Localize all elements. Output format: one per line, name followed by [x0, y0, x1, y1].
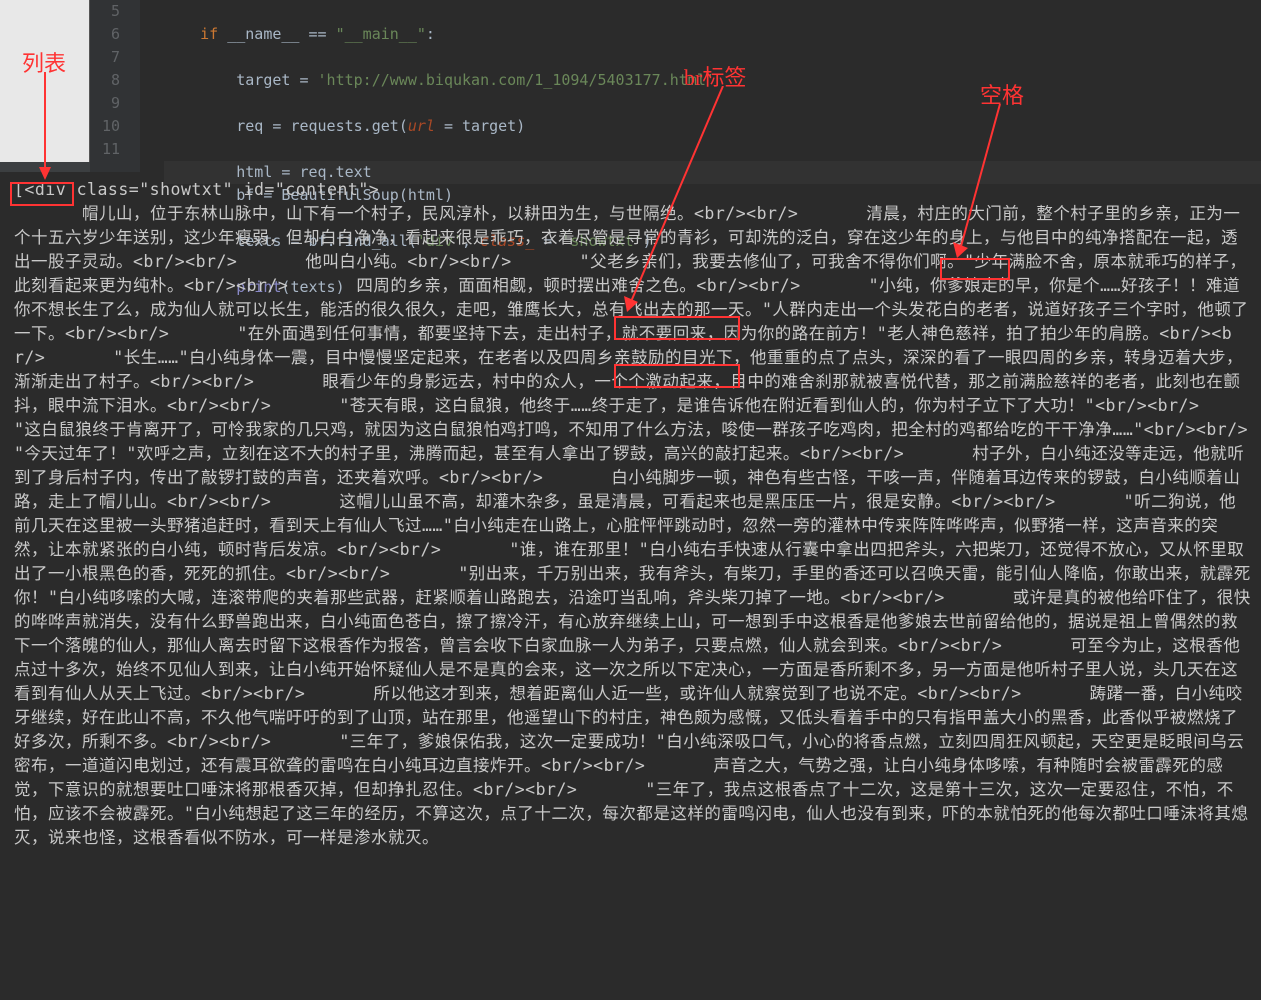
annotation-br-label: br标签	[684, 60, 746, 92]
code-line[interactable]: if __name__ == "__main__":	[164, 23, 1261, 46]
annotation-box-space	[940, 258, 1010, 280]
editor-side-panel	[0, 0, 90, 172]
annotation-box-br1	[614, 316, 740, 340]
side-scrollbar[interactable]	[0, 162, 90, 172]
console-output[interactable]: [<div class="showtxt" id="content"> 帽儿山，…	[0, 172, 1261, 992]
output-body: 帽儿山，位于东林山脉中，山下有一个村子，民风淳朴，以耕田为生，与世隔绝。<br/…	[14, 204, 1261, 847]
code-editor[interactable]: 5 6 7 8 9 10 11 if __name__ == "__main__…	[0, 0, 1261, 172]
annotation-box-br2	[614, 364, 740, 388]
annotation-space-label: 空格	[980, 78, 1024, 110]
code-line[interactable]: req = requests.get(url = target)	[164, 115, 1261, 138]
annotation-list-label: 列表	[22, 46, 66, 78]
annotation-box-list	[10, 182, 74, 206]
